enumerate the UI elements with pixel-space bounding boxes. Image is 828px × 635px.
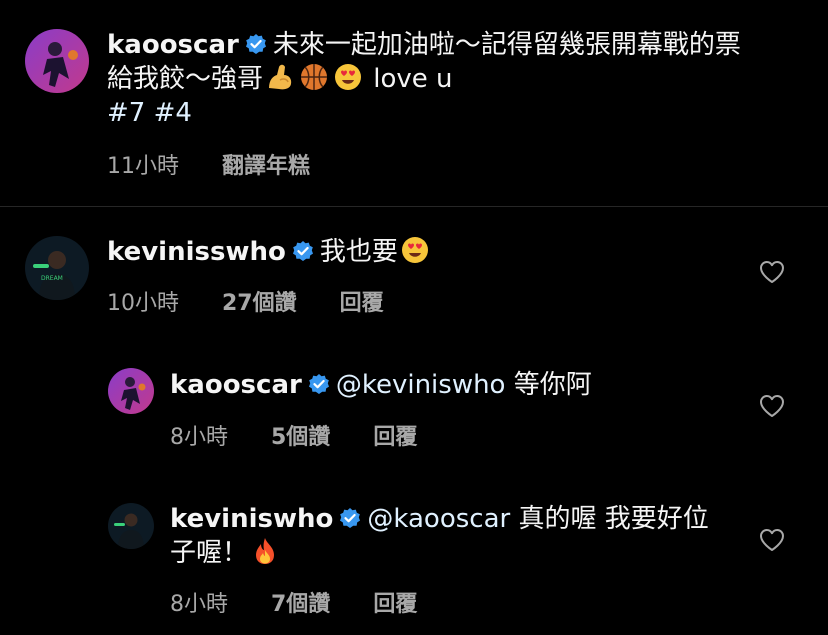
reply-body-line1: 真的喔 我要好位 [518,504,709,534]
reply-time: 8小時 [170,425,228,450]
comment-body: 我也要 [319,237,398,267]
translate-link[interactable]: 翻譯年糕 [222,154,310,179]
verified-badge-icon [292,240,314,262]
mention-link[interactable]: @keviniswho [336,370,506,400]
comment-meta: 10小時 27個讚 回覆 [107,285,420,317]
comment-username[interactable]: kevinisswho [107,237,286,267]
reply-body-line2: 子喔！ [170,538,249,568]
flexed-biceps-emoji-icon [265,62,295,92]
svg-text:DREAM: DREAM [41,275,63,282]
reply-time: 8小時 [170,592,228,617]
caption-hashtags[interactable]: #7 #4 [107,98,192,128]
reply-username[interactable]: keviniswho [170,504,333,534]
verified-badge-icon [245,33,267,55]
reply-likes[interactable]: 7個讚 [271,592,330,617]
avatar-keviniswho[interactable]: DREAM [25,236,89,300]
reply-text: keviniswho @kaooscar 真的喔 我要好位 子喔！ [170,502,730,570]
reply-button[interactable]: 回覆 [373,425,417,450]
comment-time: 10小時 [107,291,179,316]
avatar-keviniswho[interactable] [108,503,154,549]
caption-line1: 未來一起加油啦～記得留幾張開幕戰的票 [272,30,741,60]
comment-likes[interactable]: 27個讚 [222,291,297,316]
mention-link[interactable]: @kaooscar [367,504,510,534]
divider [0,206,828,207]
like-heart-icon[interactable] [759,260,785,284]
reply-text: kaooscar @keviniswho 等你阿 [170,368,730,402]
heart-eyes-emoji-icon [333,62,363,92]
verified-badge-icon [339,507,361,529]
caption-text: kaooscar 未來一起加油啦～記得留幾張開幕戰的票 給我餃～強哥 love u… [107,28,807,130]
reply-button[interactable]: 回覆 [340,291,384,316]
comment-text: kevinisswho 我也要 [107,235,727,269]
like-heart-icon[interactable] [759,394,785,418]
reply-button[interactable]: 回覆 [373,592,417,617]
avatar-kaooscar[interactable] [25,29,89,93]
caption-username[interactable]: kaooscar [107,30,239,60]
caption-line2: 給我餃～強哥 [107,64,264,94]
post-caption: kaooscar 未來一起加油啦～記得留幾張開幕戰的票 給我餃～強哥 love u… [0,0,828,206]
caption-love: love u [373,64,453,94]
reply-meta: 8小時 7個讚 回覆 [170,586,453,618]
fire-emoji-icon [250,536,280,566]
reply-meta: 8小時 5個讚 回覆 [170,419,453,451]
avatar-kaooscar[interactable] [108,368,154,414]
caption-time: 11小時 [107,154,179,179]
like-heart-icon[interactable] [759,528,785,552]
caption-meta: 11小時 翻譯年糕 [107,148,346,180]
reply-body: 等你阿 [513,370,592,400]
reply-likes[interactable]: 5個讚 [271,425,330,450]
reply-username[interactable]: kaooscar [170,370,302,400]
verified-badge-icon [308,373,330,395]
basketball-emoji-icon [299,62,329,92]
heart-eyes-emoji-icon [400,235,430,265]
